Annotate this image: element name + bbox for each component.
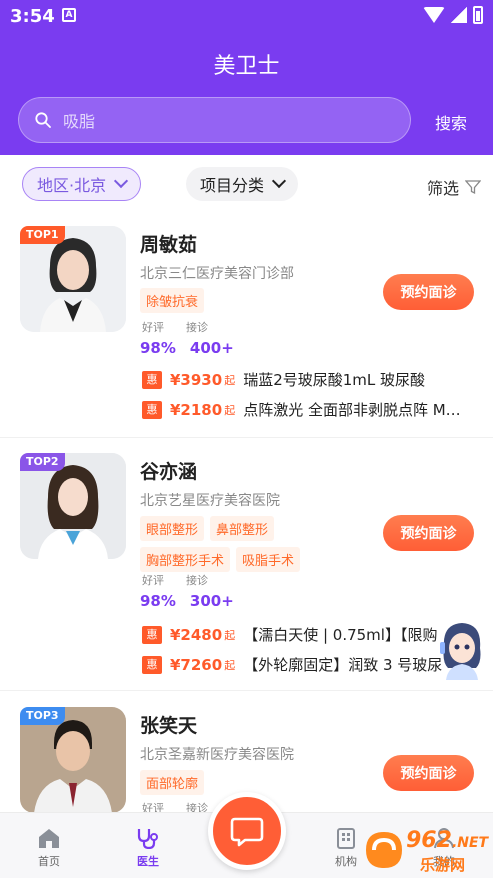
book-consultation-button[interactable]: 预约面诊 (383, 515, 474, 551)
watermark-brand: 962.NET (406, 828, 489, 853)
deal-price: ¥2480 (170, 625, 223, 644)
status-icons (423, 6, 483, 24)
nav-home-label: 首页 (38, 855, 60, 868)
category-filter-label: 项目分类 (200, 176, 265, 195)
specialty-tag: 面部轮廓 (140, 770, 205, 795)
consults-value: 300+ (189, 592, 234, 610)
deal-badge: 惠 (142, 625, 162, 644)
doctor-name: 周敏茹 (140, 234, 198, 256)
price-suffix: 起 (224, 373, 236, 387)
specialty-tags: 除皱抗衰 (140, 288, 360, 313)
page-title: 美卫士 (213, 54, 280, 79)
deal-row[interactable]: 惠 ¥2480 起 【濡白天使 | 0.75ml】【限购 (142, 624, 478, 645)
wifi-icon (423, 7, 445, 23)
stat-values: 98% 300+ (140, 592, 234, 610)
rank-badge: TOP1 (20, 226, 65, 244)
watermark-logo: 962.NET 乐游网 (358, 826, 488, 874)
chat-icon (230, 817, 264, 847)
consults-label: 接诊 (186, 574, 208, 587)
category-filter[interactable]: 项目分类 (186, 167, 299, 201)
chevron-down-icon (114, 173, 129, 189)
rating-value: 98% (140, 339, 176, 357)
filter-bar: 地区·北京 项目分类 筛选 (0, 155, 493, 213)
battery-icon (473, 6, 483, 24)
deal-price: ¥7260 (170, 655, 223, 674)
building-icon (337, 828, 355, 849)
doctor-hospital: 北京三仁医疗美容门诊部 (140, 266, 294, 282)
deal-row[interactable]: 惠 ¥7260 起 【外轮廓固定】润致 3 号玻尿 (142, 654, 478, 675)
rank-badge: TOP2 (20, 453, 65, 471)
rating-label: 好评 (142, 321, 164, 334)
doctor-card[interactable]: TOP2 谷亦涵 北京艺星医疗美容医院 眼部整形 鼻部整形 胸部整形手术 吸脂手… (0, 438, 493, 691)
specialty-tag: 胸部整形手术 (140, 547, 231, 572)
stat-values: 98% 400+ (140, 339, 234, 357)
chat-button[interactable] (208, 792, 286, 870)
accessibility-icon: A (62, 8, 76, 22)
search-button[interactable]: 搜索 (435, 110, 467, 134)
deal-row[interactable]: 惠 ¥2180 起 点阵激光 全面部非剥脱点阵 M… (142, 399, 478, 420)
home-icon (39, 829, 59, 848)
region-filter[interactable]: 地区·北京 (22, 167, 142, 201)
price-suffix: 起 (224, 403, 236, 417)
status-bar: 3:54 A (0, 0, 493, 34)
app-header: 3:54 A 美卫士 搜索 (0, 0, 493, 155)
deal-price: ¥3930 (170, 370, 223, 389)
deal-price: ¥2180 (170, 400, 223, 419)
search-icon (35, 112, 51, 128)
watermark-domain: 乐游网 (420, 856, 466, 874)
assistant-avatar-icon[interactable] (436, 618, 488, 680)
stat-labels: 好评 接诊 (142, 572, 208, 588)
consults-value: 400+ (189, 339, 234, 357)
deal-description: 点阵激光 全面部非剥脱点阵 M… (243, 401, 461, 419)
rating-label: 好评 (142, 574, 164, 587)
funnel-icon (465, 180, 481, 195)
deal-badge: 惠 (142, 370, 162, 389)
doctor-hospital: 北京艺星医疗美容医院 (140, 493, 280, 509)
signal-icon (451, 7, 467, 23)
status-time: 3:54 (10, 6, 55, 27)
rating-value: 98% (140, 592, 176, 610)
doctor-hospital: 北京圣嘉新医疗美容医院 (140, 747, 294, 763)
stat-labels: 好评 接诊 (142, 319, 208, 335)
specialty-tag: 吸脂手术 (236, 547, 301, 572)
filter-button[interactable]: 筛选 (427, 175, 481, 199)
doctor-name: 谷亦涵 (140, 461, 198, 483)
deal-description: 【濡白天使 | 0.75ml】【限购 (243, 626, 438, 644)
nav-doctor-label: 医生 (137, 855, 159, 868)
specialty-tag: 鼻部整形 (210, 516, 275, 541)
doctor-name: 张笑天 (140, 715, 198, 737)
consults-label: 接诊 (186, 321, 208, 334)
chevron-down-icon (271, 173, 287, 189)
app-root: 3:54 A 美卫士 搜索 地区·北京 项目分类 (0, 0, 493, 878)
filter-label: 筛选 (426, 179, 459, 198)
doctor-card[interactable]: TOP1 周敏茹 北京三仁医疗美容门诊部 除皱抗衰 好评 接诊 98% 400+… (0, 213, 493, 438)
deal-row[interactable]: 惠 ¥3930 起 瑞蓝2号玻尿酸1mL 玻尿酸 (142, 369, 478, 390)
specialty-tag: 除皱抗衰 (140, 288, 205, 313)
region-filter-label: 地区·北京 (37, 176, 107, 195)
nav-institution-label: 机构 (335, 855, 357, 868)
price-suffix: 起 (224, 628, 236, 642)
deal-description: 【外轮廓固定】润致 3 号玻尿 (243, 656, 443, 674)
price-suffix: 起 (224, 658, 236, 672)
nav-home[interactable]: 首页 (19, 827, 79, 869)
stethoscope-icon (137, 829, 158, 849)
specialty-tags: 眼部整形 鼻部整形 胸部整形手术 吸脂手术 (140, 516, 360, 572)
specialty-tag: 眼部整形 (140, 516, 205, 541)
deal-description: 瑞蓝2号玻尿酸1mL 玻尿酸 (243, 371, 426, 389)
nav-doctor[interactable]: 医生 (118, 827, 178, 869)
search-input[interactable] (63, 108, 393, 134)
deal-badge: 惠 (142, 400, 162, 419)
book-consultation-button[interactable]: 预约面诊 (383, 274, 474, 310)
deal-badge: 惠 (142, 655, 162, 674)
book-consultation-button[interactable]: 预约面诊 (383, 755, 474, 791)
watermark-badge-icon (366, 832, 402, 868)
search-box[interactable] (18, 97, 411, 143)
rank-badge: TOP3 (20, 707, 65, 725)
